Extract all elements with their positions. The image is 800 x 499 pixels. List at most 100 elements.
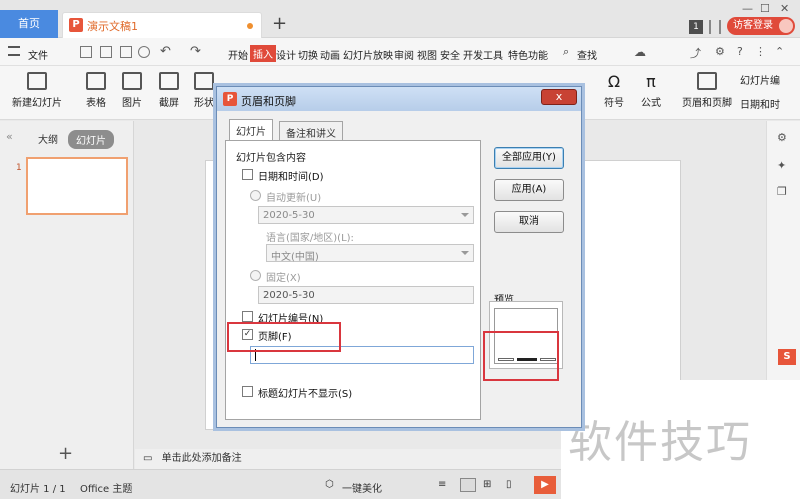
print-icon[interactable]	[120, 46, 132, 58]
beautify-icon: ⬡	[325, 479, 334, 490]
header-footer-label: 页眉和页脚	[682, 98, 732, 109]
hamburger-icon[interactable]	[8, 46, 20, 56]
date-time-button[interactable]: 日期和时	[740, 96, 798, 111]
menu-slideshow[interactable]: 幻灯片放映	[343, 47, 393, 62]
property-icon[interactable]: ⚙	[777, 131, 787, 144]
presentation-logo-icon: P	[69, 18, 83, 32]
auto-update-label: 自动更新(U)	[266, 193, 322, 204]
header-footer-icon	[697, 72, 717, 90]
tab-document[interactable]: P 演示文稿1	[62, 12, 262, 38]
help-icon[interactable]: ?	[737, 45, 743, 58]
search-icon[interactable]: ⌕	[563, 45, 569, 59]
style-icon[interactable]: ✦	[777, 159, 786, 172]
input-method-icon[interactable]: S	[778, 349, 796, 365]
watermark-text: 软件技巧	[568, 417, 752, 468]
screenshot-button[interactable]: 截屏	[155, 72, 183, 109]
dialog-logo-icon: P	[223, 92, 237, 106]
view-normal-icon[interactable]: ≡	[438, 479, 446, 490]
auto-update-radio[interactable]	[250, 190, 261, 201]
symbol-button[interactable]: Ω 符号	[600, 72, 628, 109]
table-button[interactable]: 表格	[82, 72, 110, 109]
picture-icon	[122, 72, 142, 90]
tab-slides[interactable]: 幻灯片	[68, 130, 114, 149]
header-footer-button[interactable]: 页眉和页脚	[680, 72, 734, 109]
apply-all-button[interactable]: 全部应用(Y)	[494, 147, 564, 169]
dialog-close-button[interactable]: x	[541, 89, 577, 105]
new-tab-button[interactable]: +	[272, 15, 287, 33]
menu-design[interactable]: 设计	[276, 47, 296, 62]
notes-bar[interactable]: ▭ 单击此处添加备注	[135, 449, 561, 469]
tab-outline[interactable]: 大纲	[38, 131, 58, 146]
picture-label: 图片	[122, 98, 142, 109]
share-icon[interactable]: ⤴	[690, 45, 701, 61]
export-icon[interactable]	[100, 46, 112, 58]
menu-review[interactable]: 审阅	[394, 47, 414, 62]
date-time-label: 日期和时	[740, 100, 780, 111]
slide-number-checkbox[interactable]	[242, 311, 253, 322]
redo-icon[interactable]: ↷	[190, 44, 201, 59]
view-edit-icon[interactable]	[460, 478, 476, 492]
apply-button[interactable]: 应用(A)	[494, 179, 564, 201]
menu-bar: 文件 ↶ ↷ 开始 插入 设计 切换 动画 幻灯片放映 审阅 视图 安全 开发工…	[0, 38, 800, 66]
menu-view[interactable]: 视图	[417, 47, 437, 62]
shape-button[interactable]: 形状	[190, 72, 218, 109]
tab-home[interactable]: 首页	[0, 10, 58, 38]
collapse-ribbon-icon[interactable]: ⌃	[775, 45, 784, 58]
menu-features[interactable]: 特色功能	[508, 47, 548, 62]
menu-security[interactable]: 安全	[440, 47, 460, 62]
chevron-down-icon	[461, 251, 469, 255]
slide-info: 幻灯片 1 / 1	[10, 484, 66, 495]
auto-date-select[interactable]: 2020-5-30	[258, 206, 474, 224]
menu-search[interactable]: 查找	[577, 47, 597, 62]
save-icon[interactable]	[80, 46, 92, 58]
menu-developer[interactable]: 开发工具	[463, 47, 503, 62]
tab-slide[interactable]: 幻灯片	[229, 119, 273, 141]
fixed-date-input[interactable]: 2020-5-30	[258, 286, 474, 304]
copy-icon[interactable]: ❐	[777, 185, 787, 198]
screenshot-icon	[159, 72, 179, 90]
picture-button[interactable]: 图片	[118, 72, 146, 109]
date-time-checkbox[interactable]	[242, 169, 253, 180]
dialog-panel: 幻灯片包含内容 日期和时间(D) 自动更新(U) 2020-5-30 语言(国家…	[225, 140, 481, 420]
close-icon[interactable]: ✕	[780, 2, 789, 15]
add-slide-button[interactable]: +	[58, 443, 73, 464]
minimize-icon[interactable]: —	[742, 2, 753, 15]
shape-icon	[194, 72, 214, 90]
collapse-panel-icon[interactable]: «	[6, 130, 13, 143]
slide-number-button[interactable]: 幻灯片编	[740, 72, 798, 87]
undo-icon[interactable]: ↶	[160, 44, 171, 59]
preview-icon[interactable]	[138, 46, 150, 58]
settings-icon[interactable]: ⚙	[715, 45, 725, 58]
menu-animation[interactable]: 动画	[320, 47, 340, 62]
language-select[interactable]: 中文(中国)	[266, 244, 474, 263]
menu-start[interactable]: 开始	[228, 47, 248, 62]
menu-insert[interactable]: 插入	[250, 45, 276, 62]
cancel-button[interactable]: 取消	[494, 211, 564, 233]
cloud-icon[interactable]: ☁	[634, 45, 646, 59]
view-sorter-icon[interactable]: ⊞	[483, 479, 491, 490]
fixed-radio[interactable]	[250, 270, 261, 281]
tab-notes-handouts[interactable]: 备注和讲义	[279, 121, 343, 141]
more-icon[interactable]: ⋮	[755, 45, 766, 58]
slide-thumbnail[interactable]	[26, 157, 128, 215]
page-badge: 1	[689, 20, 703, 34]
play-slideshow-button[interactable]: ▶	[534, 476, 556, 494]
workspace-icon[interactable]	[709, 20, 721, 34]
slide-index: 1	[16, 163, 22, 173]
fixed-label: 固定(X)	[266, 273, 301, 284]
menu-transition[interactable]: 切换	[298, 47, 318, 62]
menu-file[interactable]: 文件	[28, 47, 48, 62]
new-slide-button[interactable]: 新建幻灯片	[8, 72, 66, 109]
language-label: 语言(国家/地区)(L):	[266, 233, 354, 244]
unsaved-dot-icon	[247, 23, 253, 29]
highlight-box-preview	[483, 331, 559, 381]
maximize-icon[interactable]: ☐	[760, 2, 770, 15]
hide-title-checkbox[interactable]	[242, 386, 253, 397]
notes-placeholder: 单击此处添加备注	[161, 453, 242, 464]
view-reading-icon[interactable]: ▯	[506, 479, 512, 490]
auto-date-value: 2020-5-30	[263, 210, 315, 221]
login-button[interactable]: 访客登录	[727, 17, 795, 35]
beautify-button[interactable]: 一键美化	[342, 480, 382, 495]
slides-panel: « 大纲 幻灯片 1 +	[0, 121, 134, 469]
formula-button[interactable]: π 公式	[637, 72, 665, 109]
